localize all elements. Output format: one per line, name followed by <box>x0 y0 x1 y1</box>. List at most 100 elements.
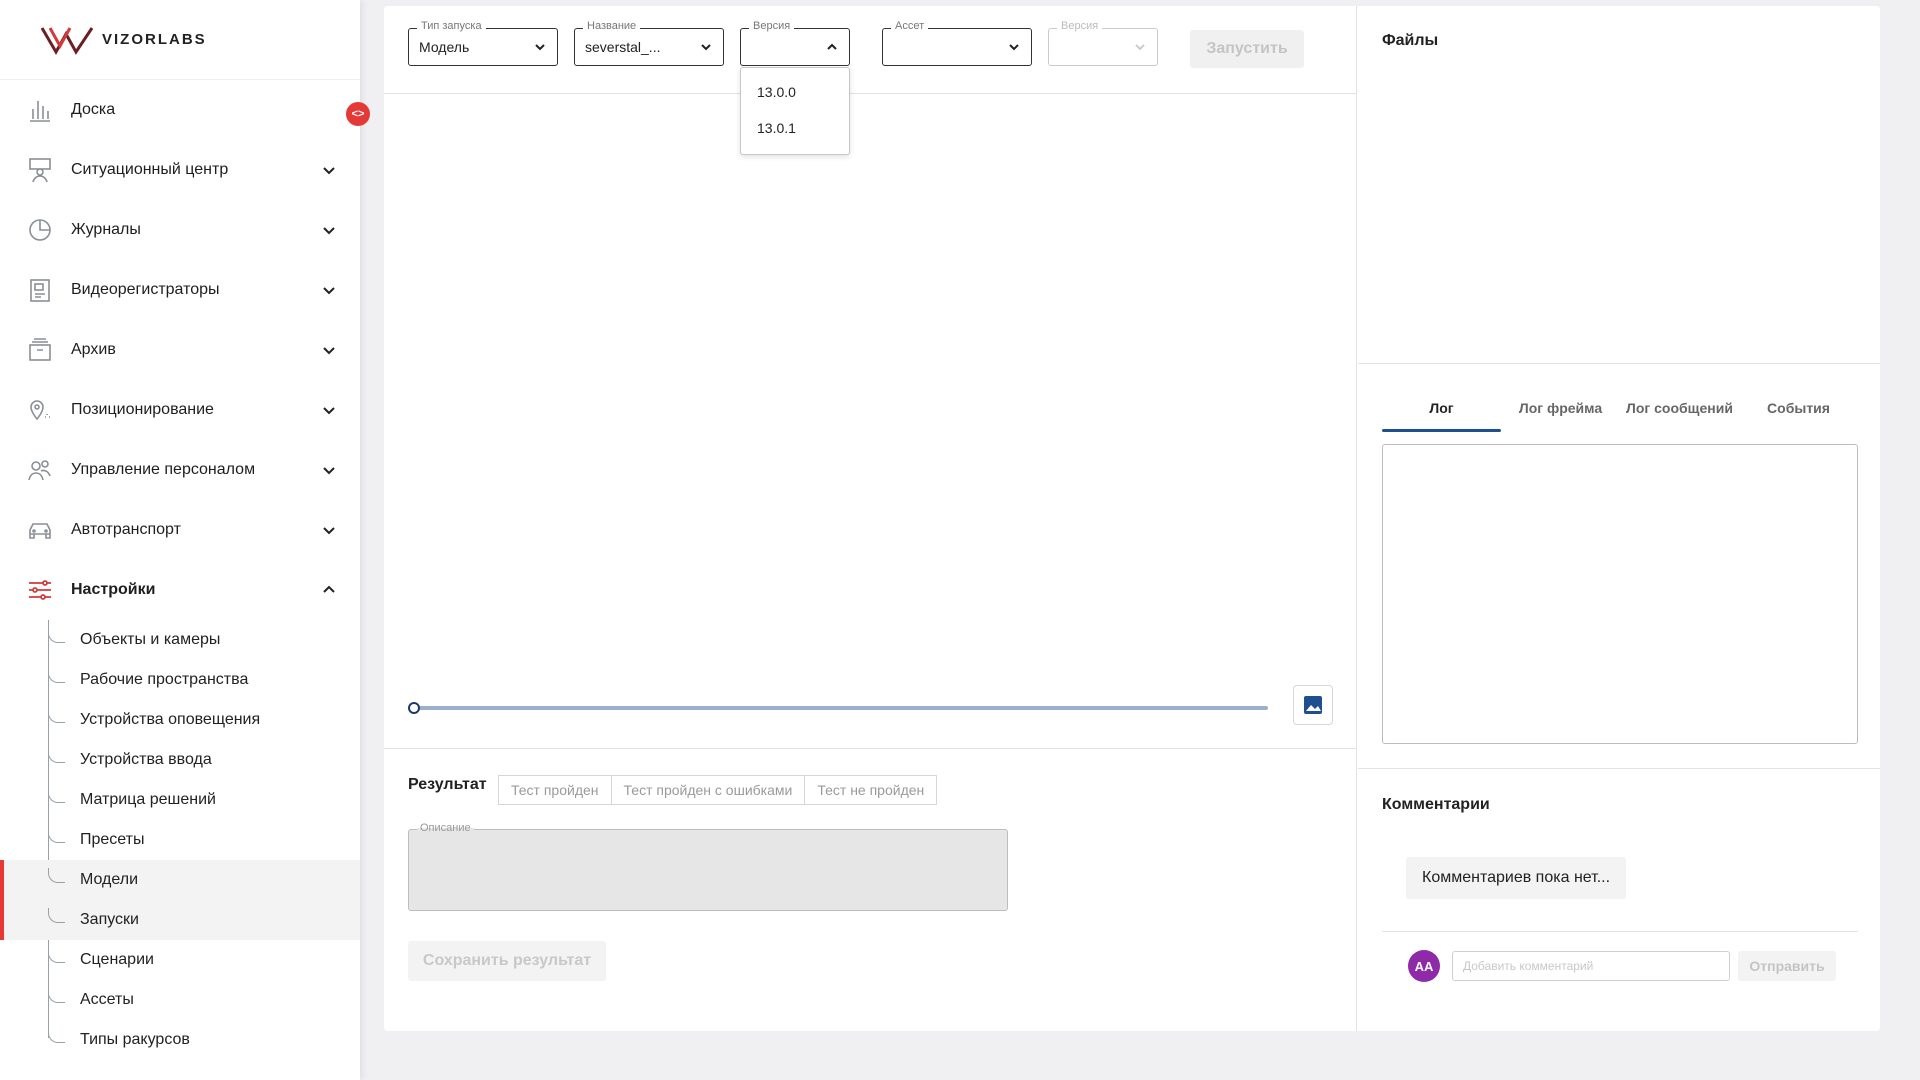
tab-events[interactable]: События <box>1739 384 1858 432</box>
sidebar-item-video-recorders[interactable]: Видеорегистраторы <box>0 260 360 320</box>
chevron-down-icon <box>1135 44 1145 51</box>
name-select[interactable]: Название severstal_... <box>574 20 724 66</box>
people-icon <box>26 456 54 484</box>
chevron-down-icon <box>535 44 545 51</box>
subnav-item-view-types[interactable]: Типы ракурсов <box>0 1020 360 1060</box>
chevron-down-icon[interactable] <box>322 463 336 477</box>
chevron-up-icon[interactable] <box>322 583 336 597</box>
launch-panel: Тип запуска Модель Название severstal_..… <box>384 6 1357 1031</box>
chevron-down-icon[interactable] <box>322 223 336 237</box>
chevron-down-icon[interactable] <box>322 283 336 297</box>
car-icon <box>26 516 54 544</box>
timeline-slider[interactable] <box>408 702 1268 714</box>
files-title: Файлы <box>1382 32 1439 49</box>
subnav-item-workspaces[interactable]: Рабочие пространства <box>0 660 360 700</box>
description-field[interactable]: Описание <box>408 822 1008 911</box>
sidebar-item-vehicles[interactable]: Автотранспорт <box>0 500 360 560</box>
sidebar-item-personnel[interactable]: Управление персоналом <box>0 440 360 500</box>
field-label: Название <box>583 20 641 32</box>
send-comment-button[interactable]: Отправить <box>1738 951 1836 981</box>
sidebar-item-situation-center[interactable]: Ситуационный центр <box>0 140 360 200</box>
chevron-down-icon <box>1009 44 1019 51</box>
tab-log[interactable]: Лог <box>1382 384 1501 432</box>
chevron-down-icon[interactable] <box>322 523 336 537</box>
chevron-down-icon[interactable] <box>322 163 336 177</box>
sidebar-item-label: Видеорегистраторы <box>71 281 220 298</box>
sidebar-item-label: Настройки <box>71 581 156 598</box>
field-label: Версия <box>1057 20 1103 32</box>
field-label: Версия <box>749 20 795 32</box>
tab-message-log[interactable]: Лог сообщений <box>1620 384 1739 432</box>
divider <box>1382 931 1858 932</box>
dropdown-option[interactable]: 13.0.0 <box>741 74 849 110</box>
subnav-item-input-devices[interactable]: Устройства ввода <box>0 740 360 780</box>
no-comments-message: Комментариев пока нет... <box>1406 857 1627 899</box>
vizorlabs-logo-icon <box>40 26 94 55</box>
image-icon <box>1304 696 1322 714</box>
chevron-down-icon[interactable] <box>322 403 336 417</box>
comments-title: Комментарии <box>1382 796 1490 813</box>
timeline-track <box>408 706 1268 710</box>
sidebar-item-label: Ситуационный центр <box>71 161 229 178</box>
sidebar-item-label: Архив <box>71 341 116 358</box>
sidebar-item-label: Позиционирование <box>71 401 214 418</box>
subnav-item-objects-cameras[interactable]: Объекты и камеры <box>0 620 360 660</box>
field-label: Описание <box>417 822 474 834</box>
version-dropdown-menu: 13.0.0 13.0.1 <box>740 67 850 155</box>
run-button[interactable]: Запустить <box>1190 30 1304 68</box>
dropdown-option[interactable]: 13.0.1 <box>741 110 849 146</box>
sidebar-item-board[interactable]: Доска <box>0 80 360 140</box>
asset-version-select[interactable]: Версия <box>1048 20 1158 66</box>
image-button[interactable] <box>1293 685 1333 725</box>
sidebar-item-label: Доска <box>71 101 116 118</box>
sidebar-item-positioning[interactable]: Позиционирование <box>0 380 360 440</box>
subnav-item-alert-devices[interactable]: Устройства оповещения <box>0 700 360 740</box>
field-value: Модель <box>419 39 470 55</box>
sidebar-nav: Доска Ситуационный центр Журналы Видеоре… <box>0 80 360 620</box>
log-tabs: Лог Лог фрейма Лог сообщений События <box>1382 384 1858 432</box>
subnav-item-presets[interactable]: Пресеты <box>0 820 360 860</box>
launch-type-select[interactable]: Тип запуска Модель <box>408 20 558 66</box>
right-panel: Файлы Лог Лог фрейма Лог сообщений Событ… <box>1358 6 1880 1031</box>
situation-center-icon <box>26 156 54 184</box>
result-tab-failed[interactable]: Тест не пройден <box>804 775 938 805</box>
video-recorder-icon <box>26 276 54 304</box>
field-label: Тип запуска <box>417 20 486 32</box>
sidebar-item-label: Автотранспорт <box>71 521 181 538</box>
settings-sliders-icon <box>26 576 54 604</box>
version-select[interactable]: Версия <box>740 20 850 66</box>
subnav-item-launches[interactable]: Запуски <box>0 900 360 940</box>
launch-toolbar: Тип запуска Модель Название severstal_..… <box>384 6 1356 94</box>
sidebar-item-journals[interactable]: Журналы <box>0 200 360 260</box>
save-result-button[interactable]: Сохранить результат <box>408 941 606 981</box>
chart-bars-icon <box>26 96 54 124</box>
sidebar-item-settings[interactable]: Настройки <box>0 560 360 620</box>
field-label: Ассет <box>891 20 929 32</box>
sidebar: VIZORLABS Доска Ситуационный центр Журна… <box>0 0 360 1080</box>
log-output[interactable] <box>1382 444 1858 744</box>
asset-select[interactable]: Ассет <box>882 20 1032 66</box>
pie-chart-icon <box>26 216 54 244</box>
sidebar-item-archive[interactable]: Архив <box>0 320 360 380</box>
result-tab-passed-with-errors[interactable]: Тест пройден с ошибками <box>610 775 806 805</box>
subnav-item-assets[interactable]: Ассеты <box>0 980 360 1020</box>
divider <box>1358 363 1880 364</box>
avatar: AA <box>1408 950 1440 982</box>
divider <box>1358 768 1880 769</box>
result-title: Результат <box>408 776 487 793</box>
archive-icon <box>26 336 54 364</box>
comment-input[interactable] <box>1452 951 1730 981</box>
result-tabs: Тест пройден Тест пройден с ошибками Тес… <box>498 775 938 805</box>
chevron-down-icon[interactable] <box>322 343 336 357</box>
location-pin-icon <box>26 396 54 424</box>
sidebar-item-label: Управление персоналом <box>71 461 256 478</box>
subnav-item-models[interactable]: Модели <box>0 860 360 900</box>
logo[interactable]: VIZORLABS <box>0 0 360 80</box>
subnav-item-scenarios[interactable]: Сценарии <box>0 940 360 980</box>
tab-frame-log[interactable]: Лог фрейма <box>1501 384 1620 432</box>
timeline-knob[interactable] <box>408 702 420 714</box>
logo-text: VIZORLABS <box>102 31 207 48</box>
result-tab-passed[interactable]: Тест пройден <box>498 775 612 805</box>
subnav-item-decision-matrix[interactable]: Матрица решений <box>0 780 360 820</box>
sidebar-collapse-button[interactable]: <> <box>346 102 370 126</box>
